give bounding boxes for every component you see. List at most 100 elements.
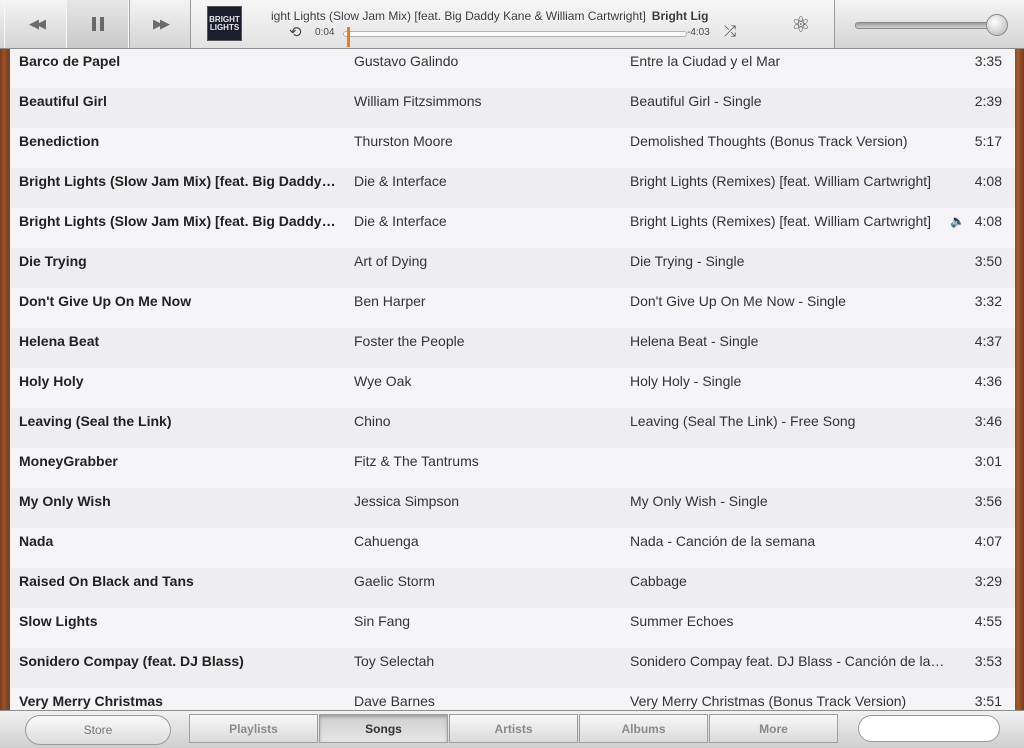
song-title: Nada — [19, 533, 54, 549]
song-album: Die Trying - Single — [630, 253, 745, 269]
song-duration: 3:51 — [974, 693, 1002, 709]
song-row[interactable]: My Only Wish Jessica Simpson My Only Wish … — [10, 488, 1015, 529]
song-album: My Only Wish - Single — [630, 493, 768, 509]
song-artist: Die & Interface — [354, 173, 447, 189]
song-artist: Foster the People — [354, 333, 465, 349]
song-title: Don't Give Up On Me Now — [19, 293, 192, 309]
song-artist: Fitz & The Tantrums — [354, 453, 479, 469]
song-duration: 4:55 — [974, 613, 1002, 629]
song-artist: Dave Barnes — [354, 693, 435, 709]
player-toolbar: ◀◀ ▶▶ BRIGHT LIGHTS ight Lights (Slow Ja… — [0, 0, 1024, 49]
song-album: Demolished Thoughts (Bonus Track Version… — [630, 133, 908, 149]
song-row[interactable]: MoneyGrabber Fitz & The Tantrums 3:01 — [10, 448, 1015, 489]
progress-track[interactable] — [343, 31, 687, 37]
volume-slider[interactable] — [855, 22, 999, 29]
song-album: Nada - Canción de la semana — [630, 533, 816, 549]
song-artist: Art of Dying — [354, 253, 428, 269]
song-title: Die Trying — [19, 253, 87, 269]
song-row[interactable]: Leaving (Seal the Link) Chino Leaving (Sea… — [10, 408, 1015, 449]
song-title: Sonidero Compay (feat. DJ Blass) — [19, 653, 244, 669]
song-duration: 4:36 — [974, 373, 1002, 389]
song-artist: Chino — [354, 413, 391, 429]
song-title: MoneyGrabber — [19, 453, 118, 469]
volume-knob[interactable] — [986, 14, 1008, 36]
song-duration: 4:08 — [974, 173, 1002, 189]
song-duration: 2:39 — [974, 93, 1002, 109]
search-input[interactable] — [858, 715, 1000, 742]
song-row[interactable]: Sonidero Compay (feat. DJ Blass) Toy Sele… — [10, 648, 1015, 689]
rewind-button[interactable]: ◀◀ — [4, 0, 68, 48]
song-title: Helena Beat — [19, 333, 100, 349]
remaining-time: -4:03 — [687, 27, 710, 38]
song-duration: 3:29 — [974, 573, 1002, 589]
song-duration: 3:53 — [974, 653, 1002, 669]
song-row[interactable]: Helena Beat Foster the People Helena Beat … — [10, 328, 1015, 369]
song-artist: Jessica Simpson — [354, 493, 460, 509]
tab-albums[interactable]: Albums — [579, 714, 708, 743]
song-title: Bright Lights (Slow Jam Mix) [feat. Big … — [19, 173, 336, 189]
tab-songs[interactable]: Songs — [319, 714, 448, 743]
song-row[interactable]: Holy Holy Wye Oak Holy Holy - Single 4:36 — [10, 368, 1015, 409]
song-duration: 5:17 — [974, 133, 1002, 149]
song-album: Bright Lights (Remixes) [feat. William C… — [630, 213, 932, 229]
song-artist: Gaelic Storm — [354, 573, 435, 589]
song-title: Very Merry Christmas — [19, 693, 163, 709]
song-duration: 3:35 — [974, 53, 1002, 69]
song-duration: 4:07 — [974, 533, 1002, 549]
song-row[interactable]: Die Trying Art of Dying Die Trying - Singl… — [10, 248, 1015, 289]
song-row[interactable]: Slow Lights Sin Fang Summer Echoes 4:55 — [10, 608, 1015, 649]
store-button[interactable]: Store — [25, 715, 171, 745]
album-artwork[interactable]: BRIGHT LIGHTS — [207, 6, 242, 41]
song-duration: 4:37 — [974, 333, 1002, 349]
song-row[interactable]: Beautiful Girl William Fitzsimmons Beautif… — [10, 88, 1015, 129]
playhead[interactable] — [347, 27, 351, 47]
song-album: Bright Lights (Remixes) [feat. William C… — [630, 173, 932, 189]
shuffle-icon[interactable]: ⤮ — [724, 23, 736, 40]
pause-icon — [92, 17, 104, 31]
song-row[interactable]: Bright Lights (Slow Jam Mix) [feat. Big … — [10, 208, 1015, 249]
song-title: Beautiful Girl — [19, 93, 107, 109]
song-album: Don't Give Up On Me Now - Single — [630, 293, 846, 309]
fast-forward-icon: ▶▶ — [153, 16, 170, 31]
song-artist: Cahuenga — [354, 533, 419, 549]
song-album: Holy Holy - Single — [630, 373, 742, 389]
song-album: Entre la Ciudad y el Mar — [630, 53, 781, 69]
song-artist: William Fitzsimmons — [354, 93, 482, 109]
song-album: Leaving (Seal The Link) - Free Song — [630, 413, 856, 429]
song-row[interactable]: Very Merry Christmas Dave Barnes Very Merr… — [10, 688, 1015, 710]
artwork-text: BRIGHT LIGHTS — [209, 14, 240, 32]
song-artist: Wye Oak — [354, 373, 412, 389]
song-row[interactable]: Bright Lights (Slow Jam Mix) [feat. Big … — [10, 168, 1015, 209]
song-row[interactable]: Raised On Black and Tans Gaelic Storm Cabb… — [10, 568, 1015, 609]
song-row[interactable]: Nada Cahuenga Nada - Canción de la semana 4… — [10, 528, 1015, 569]
tab-more[interactable]: More — [709, 714, 838, 743]
song-artist: Die & Interface — [354, 213, 447, 229]
now-playing-title-text: ight Lights (Slow Jam Mix) [feat. Big Da… — [271, 9, 646, 23]
tab-artists[interactable]: Artists — [449, 714, 578, 743]
song-album: Beautiful Girl - Single — [630, 93, 762, 109]
wood-background — [1014, 0, 1024, 747]
rewind-icon: ◀◀ — [29, 16, 46, 31]
song-row[interactable]: Barco de Papel Gustavo Galindo Entre la Ci… — [10, 49, 1015, 89]
song-artist: Toy Selectah — [354, 653, 435, 669]
fast-forward-button[interactable]: ▶▶ — [128, 0, 192, 48]
pause-button[interactable] — [66, 0, 130, 48]
tab-playlists[interactable]: Playlists — [189, 714, 318, 743]
song-title: Benediction — [19, 133, 100, 149]
song-row[interactable]: Benediction Thurston Moore Demolished Thou… — [10, 128, 1015, 169]
song-title: Raised On Black and Tans — [19, 573, 194, 589]
song-album: Summer Echoes — [630, 613, 734, 629]
song-album: Sonidero Compay feat. DJ Blass - Canción… — [630, 653, 945, 669]
repeat-icon[interactable]: ⟲ — [289, 23, 302, 41]
song-artist: Thurston Moore — [354, 133, 453, 149]
bottom-toolbar: Store Playlists Songs Artists Albums Mor… — [0, 710, 1024, 748]
song-list: Barco de Papel Gustavo Galindo Entre la Ci… — [10, 49, 1015, 710]
song-title: Holy Holy — [19, 373, 84, 389]
song-title: My Only Wish — [19, 493, 111, 509]
song-title: Slow Lights — [19, 613, 98, 629]
song-duration: 3:50 — [974, 253, 1002, 269]
genius-icon[interactable]: ⚛ — [791, 12, 811, 38]
song-row[interactable]: Don't Give Up On Me Now Ben Harper Don't G… — [10, 288, 1015, 329]
elapsed-time: 0:04 — [315, 27, 335, 38]
song-album: Very Merry Christmas (Bonus Track Versio… — [630, 693, 907, 709]
